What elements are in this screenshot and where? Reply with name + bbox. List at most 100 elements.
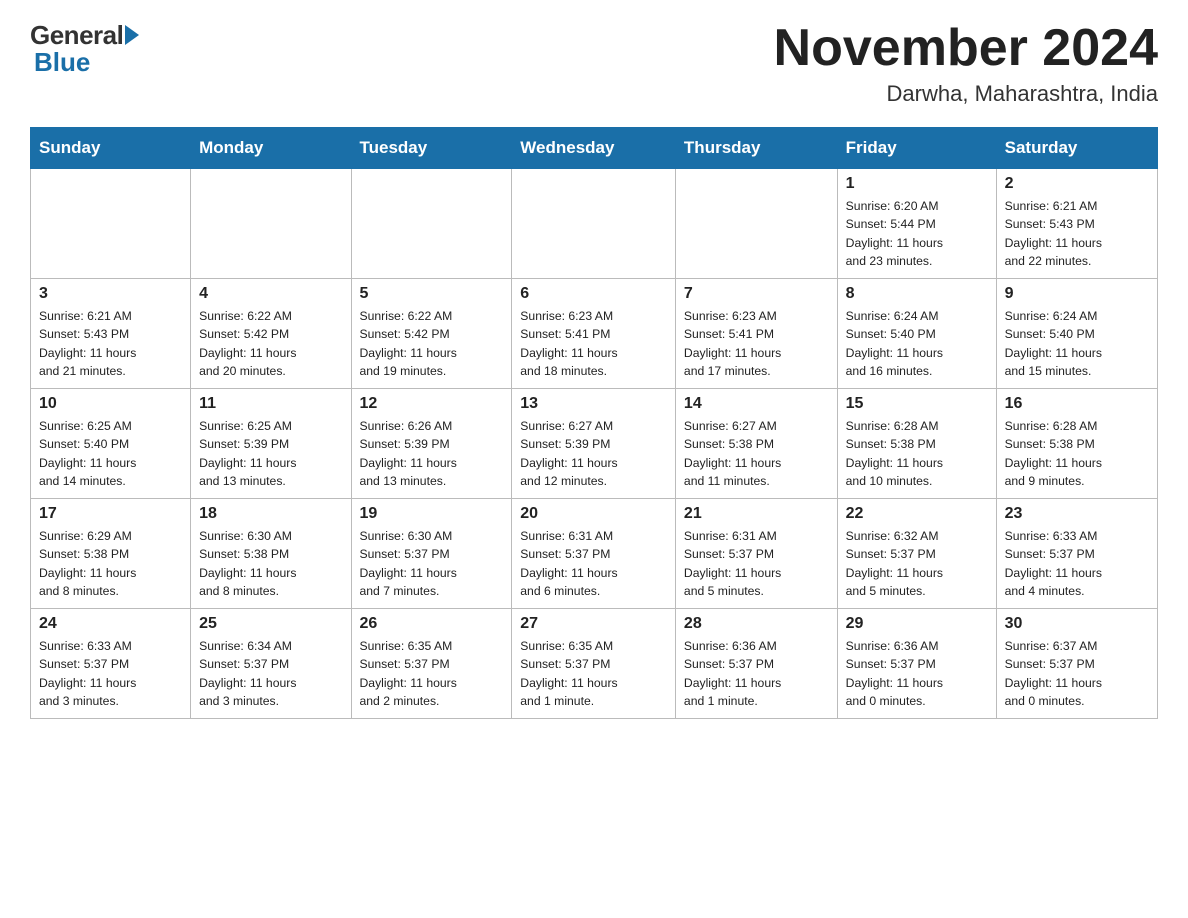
calendar-week-row: 10 Sunrise: 6:25 AM Sunset: 5:40 PM Dayli…	[31, 389, 1158, 499]
calendar-cell: 3Sunrise: 6:21 AM Sunset: 5:43 PM Daylig…	[31, 279, 191, 389]
logo-arrow-icon	[125, 25, 139, 45]
day-of-week-header: Sunday	[31, 128, 191, 169]
day-number: 30	[1005, 615, 1149, 633]
day-info: Sunrise: 6:33 AM Sunset: 5:37 PM Dayligh…	[1005, 527, 1149, 600]
calendar-week-row: 1 Sunrise: 6:20 AM Sunset: 5:44 PM Daylig…	[31, 169, 1158, 279]
day-number: 24	[39, 615, 182, 633]
calendar-cell: 19Sunrise: 6:30 AM Sunset: 5:37 PM Dayli…	[351, 499, 512, 609]
day-number: 5	[360, 285, 504, 303]
calendar-cell: 15 Sunrise: 6:28 AM Sunset: 5:38 PM Dayli…	[837, 389, 996, 499]
calendar-cell: 6 Sunrise: 6:23 AM Sunset: 5:41 PM Daylig…	[512, 279, 676, 389]
calendar-cell: 21Sunrise: 6:31 AM Sunset: 5:37 PM Dayli…	[675, 499, 837, 609]
calendar-cell: 1 Sunrise: 6:20 AM Sunset: 5:44 PM Daylig…	[837, 169, 996, 279]
day-number: 12	[360, 395, 504, 413]
day-number: 10	[39, 395, 182, 413]
day-info: Sunrise: 6:23 AM Sunset: 5:41 PM Dayligh…	[520, 307, 667, 380]
day-info: Sunrise: 6:35 AM Sunset: 5:37 PM Dayligh…	[520, 637, 667, 710]
day-number: 26	[360, 615, 504, 633]
day-info: Sunrise: 6:27 AM Sunset: 5:39 PM Dayligh…	[520, 417, 667, 490]
day-number: 17	[39, 505, 182, 523]
logo: General Blue	[30, 20, 139, 78]
day-number: 27	[520, 615, 667, 633]
day-number: 13	[520, 395, 667, 413]
day-info: Sunrise: 6:27 AM Sunset: 5:38 PM Dayligh…	[684, 417, 829, 490]
day-number: 22	[846, 505, 988, 523]
day-number: 15	[846, 395, 988, 413]
calendar-cell	[512, 169, 676, 279]
logo-blue-text: Blue	[30, 47, 90, 78]
calendar-cell: 10 Sunrise: 6:25 AM Sunset: 5:40 PM Dayli…	[31, 389, 191, 499]
day-number: 1	[846, 175, 988, 193]
calendar-cell	[31, 169, 191, 279]
day-number: 14	[684, 395, 829, 413]
day-info: Sunrise: 6:29 AM Sunset: 5:38 PM Dayligh…	[39, 527, 182, 600]
calendar-cell: 26Sunrise: 6:35 AM Sunset: 5:37 PM Dayli…	[351, 609, 512, 719]
calendar-cell: 13 Sunrise: 6:27 AM Sunset: 5:39 PM Dayli…	[512, 389, 676, 499]
calendar-cell: 22Sunrise: 6:32 AM Sunset: 5:37 PM Dayli…	[837, 499, 996, 609]
day-info: Sunrise: 6:25 AM Sunset: 5:40 PM Dayligh…	[39, 417, 182, 490]
day-number: 28	[684, 615, 829, 633]
day-info: Sunrise: 6:20 AM Sunset: 5:44 PM Dayligh…	[846, 197, 988, 270]
day-info: Sunrise: 6:21 AM Sunset: 5:43 PM Dayligh…	[39, 307, 182, 380]
calendar-cell: 23 Sunrise: 6:33 AM Sunset: 5:37 PM Dayli…	[996, 499, 1157, 609]
day-info: Sunrise: 6:34 AM Sunset: 5:37 PM Dayligh…	[199, 637, 342, 710]
day-of-week-header: Friday	[837, 128, 996, 169]
calendar-cell: 9Sunrise: 6:24 AM Sunset: 5:40 PM Daylig…	[996, 279, 1157, 389]
calendar-cell: 25 Sunrise: 6:34 AM Sunset: 5:37 PM Dayli…	[191, 609, 351, 719]
calendar-cell	[191, 169, 351, 279]
calendar-cell: 5 Sunrise: 6:22 AM Sunset: 5:42 PM Daylig…	[351, 279, 512, 389]
calendar-cell: 29Sunrise: 6:36 AM Sunset: 5:37 PM Dayli…	[837, 609, 996, 719]
day-info: Sunrise: 6:33 AM Sunset: 5:37 PM Dayligh…	[39, 637, 182, 710]
calendar-cell: 16 Sunrise: 6:28 AM Sunset: 5:38 PM Dayli…	[996, 389, 1157, 499]
day-number: 18	[199, 505, 342, 523]
calendar-cell: 7Sunrise: 6:23 AM Sunset: 5:41 PM Daylig…	[675, 279, 837, 389]
day-info: Sunrise: 6:28 AM Sunset: 5:38 PM Dayligh…	[1005, 417, 1149, 490]
calendar-cell: 24 Sunrise: 6:33 AM Sunset: 5:37 PM Dayli…	[31, 609, 191, 719]
day-info: Sunrise: 6:30 AM Sunset: 5:38 PM Dayligh…	[199, 527, 342, 600]
day-number: 4	[199, 285, 342, 303]
day-info: Sunrise: 6:37 AM Sunset: 5:37 PM Dayligh…	[1005, 637, 1149, 710]
calendar-cell: 28 Sunrise: 6:36 AM Sunset: 5:37 PM Dayli…	[675, 609, 837, 719]
day-number: 6	[520, 285, 667, 303]
calendar-table: SundayMondayTuesdayWednesdayThursdayFrid…	[30, 127, 1158, 719]
day-number: 23	[1005, 505, 1149, 523]
day-info: Sunrise: 6:22 AM Sunset: 5:42 PM Dayligh…	[360, 307, 504, 380]
day-info: Sunrise: 6:31 AM Sunset: 5:37 PM Dayligh…	[520, 527, 667, 600]
day-info: Sunrise: 6:22 AM Sunset: 5:42 PM Dayligh…	[199, 307, 342, 380]
day-info: Sunrise: 6:24 AM Sunset: 5:40 PM Dayligh…	[846, 307, 988, 380]
calendar-week-row: 3Sunrise: 6:21 AM Sunset: 5:43 PM Daylig…	[31, 279, 1158, 389]
day-number: 20	[520, 505, 667, 523]
day-number: 7	[684, 285, 829, 303]
calendar-cell: 30 Sunrise: 6:37 AM Sunset: 5:37 PM Dayli…	[996, 609, 1157, 719]
calendar-cell: 17 Sunrise: 6:29 AM Sunset: 5:38 PM Dayli…	[31, 499, 191, 609]
day-number: 2	[1005, 175, 1149, 193]
day-number: 8	[846, 285, 988, 303]
day-info: Sunrise: 6:36 AM Sunset: 5:37 PM Dayligh…	[684, 637, 829, 710]
day-number: 9	[1005, 285, 1149, 303]
page-header: General Blue November 2024 Darwha, Mahar…	[30, 20, 1158, 107]
calendar-cell: 11 Sunrise: 6:25 AM Sunset: 5:39 PM Dayli…	[191, 389, 351, 499]
month-title: November 2024	[774, 20, 1158, 77]
calendar-cell: 4 Sunrise: 6:22 AM Sunset: 5:42 PM Daylig…	[191, 279, 351, 389]
title-block: November 2024 Darwha, Maharashtra, India	[774, 20, 1158, 107]
calendar-cell: 18 Sunrise: 6:30 AM Sunset: 5:38 PM Dayli…	[191, 499, 351, 609]
calendar-cell: 27 Sunrise: 6:35 AM Sunset: 5:37 PM Dayli…	[512, 609, 676, 719]
calendar-cell: 2 Sunrise: 6:21 AM Sunset: 5:43 PM Daylig…	[996, 169, 1157, 279]
calendar-week-row: 24 Sunrise: 6:33 AM Sunset: 5:37 PM Dayli…	[31, 609, 1158, 719]
day-number: 21	[684, 505, 829, 523]
day-number: 16	[1005, 395, 1149, 413]
calendar-header-row: SundayMondayTuesdayWednesdayThursdayFrid…	[31, 128, 1158, 169]
calendar-cell	[351, 169, 512, 279]
day-number: 25	[199, 615, 342, 633]
day-number: 11	[199, 395, 342, 413]
day-info: Sunrise: 6:25 AM Sunset: 5:39 PM Dayligh…	[199, 417, 342, 490]
day-of-week-header: Saturday	[996, 128, 1157, 169]
day-of-week-header: Thursday	[675, 128, 837, 169]
day-of-week-header: Tuesday	[351, 128, 512, 169]
day-info: Sunrise: 6:28 AM Sunset: 5:38 PM Dayligh…	[846, 417, 988, 490]
calendar-cell: 12Sunrise: 6:26 AM Sunset: 5:39 PM Dayli…	[351, 389, 512, 499]
day-number: 29	[846, 615, 988, 633]
day-info: Sunrise: 6:21 AM Sunset: 5:43 PM Dayligh…	[1005, 197, 1149, 270]
calendar-cell: 8 Sunrise: 6:24 AM Sunset: 5:40 PM Daylig…	[837, 279, 996, 389]
day-of-week-header: Wednesday	[512, 128, 676, 169]
